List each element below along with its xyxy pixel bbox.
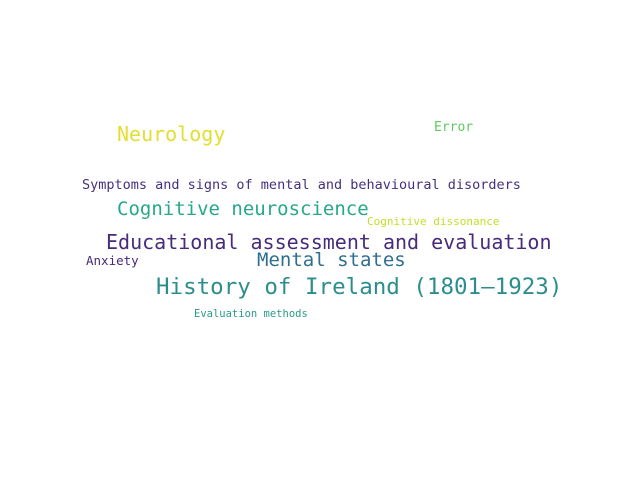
word-symptoms-and-signs: Symptoms and signs of mental and behavio… (82, 177, 521, 193)
word-history-of-ireland: History of Ireland (1801–1923) (156, 274, 563, 300)
word-evaluation-methods: Evaluation methods (194, 308, 308, 320)
word-mental-states: Mental states (257, 249, 406, 271)
word-cloud: Neurology Error Symptoms and signs of me… (0, 0, 640, 480)
word-cognitive-neuroscience: Cognitive neuroscience (117, 198, 369, 220)
word-error: Error (434, 120, 474, 135)
word-neurology: Neurology (117, 122, 226, 146)
word-cognitive-dissonance: Cognitive dissonance (367, 215, 500, 228)
word-anxiety: Anxiety (86, 253, 139, 268)
